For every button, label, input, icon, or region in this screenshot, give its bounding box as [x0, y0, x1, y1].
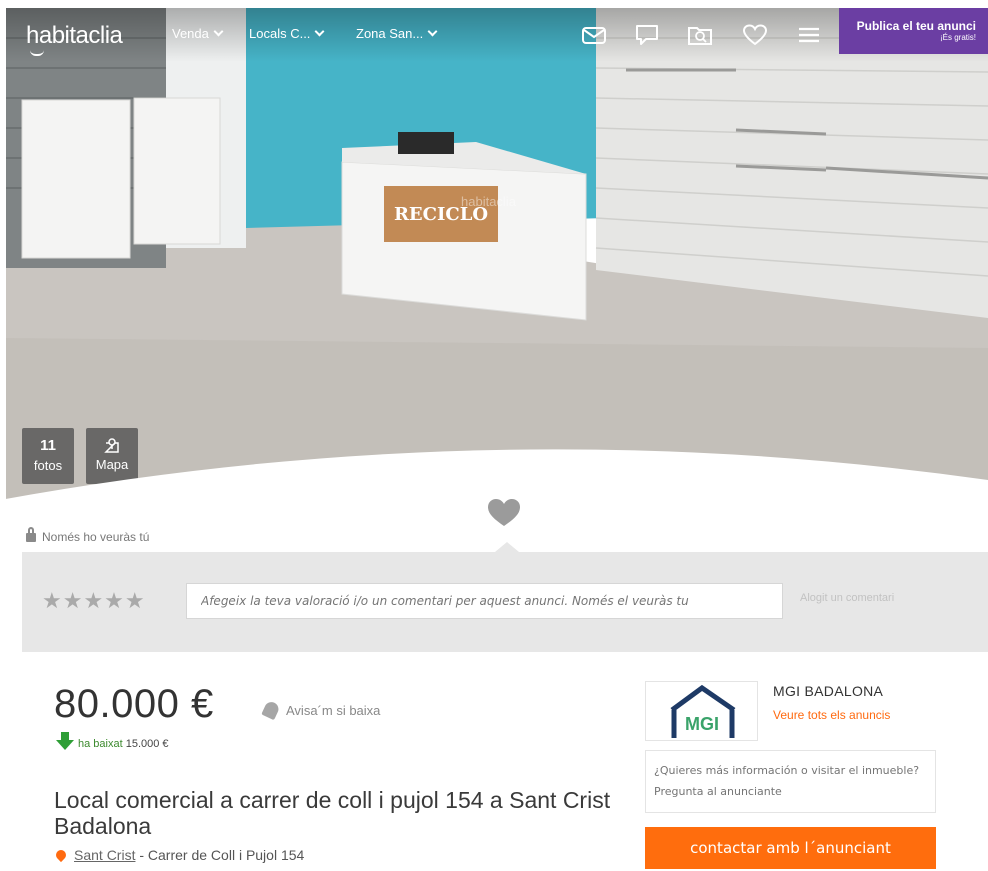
bell-icon: [261, 699, 281, 721]
price-drop-info: ha baixat 15.000 €: [56, 732, 169, 750]
photo-watermark: habitaclia: [461, 194, 516, 209]
lock-icon: [26, 527, 36, 542]
contact-advertiser-button[interactable]: contactar amb l´anunciant: [645, 827, 936, 869]
chat-icon[interactable]: [633, 22, 661, 48]
heart-icon[interactable]: [741, 22, 769, 48]
save-comment-button[interactable]: Alogit un comentari: [800, 592, 894, 604]
nav-operation-dropdown[interactable]: Venda: [172, 26, 224, 41]
top-navigation: habitaclia Venda Locals C... Zona San...…: [6, 8, 988, 62]
mail-icon[interactable]: [580, 22, 608, 48]
all-ads-link[interactable]: Veure tots els anuncis: [773, 708, 890, 722]
habitaclia-logo[interactable]: habitaclia: [26, 22, 123, 56]
heart-icon: [488, 499, 520, 526]
nav-zone-dropdown[interactable]: Zona San...: [356, 26, 438, 41]
chevron-down-icon: [427, 26, 438, 37]
chevron-down-icon: [314, 26, 325, 37]
nav-property-type-dropdown[interactable]: Locals C...: [249, 26, 325, 41]
comment-input[interactable]: [186, 583, 783, 619]
rating-stars[interactable]: ★★★★★: [42, 588, 146, 614]
zone-link[interactable]: Sant Crist: [74, 847, 135, 863]
private-notes-panel: ★★★★★ Alogit un comentari: [22, 542, 988, 652]
listing-title: Local comercial a carrer de coll i pujol…: [54, 787, 611, 839]
listing-location: Sant Crist - Carrer de Coll i Pujol 154: [53, 847, 304, 863]
publish-ad-button[interactable]: Publica el teu anunci ¡És gratis!: [839, 8, 988, 54]
chevron-down-icon: [213, 26, 224, 37]
listing-page: RECICLO habitaclia habitaclia Venda Loca…: [0, 0, 988, 871]
listing-price: 80.000 €: [54, 682, 214, 726]
price-alert-button[interactable]: Avisa´m si baixa: [261, 699, 380, 721]
arrow-down-icon: [56, 732, 74, 750]
contact-message-input[interactable]: [645, 750, 936, 813]
saved-search-icon[interactable]: [686, 22, 714, 48]
location-pin-icon: [53, 847, 69, 863]
agency-logo-image: MGI: [670, 684, 736, 738]
menu-icon[interactable]: [795, 22, 823, 48]
private-note-label: Només ho veuràs tú: [26, 527, 149, 544]
agency-name: MGI BADALONA: [773, 683, 884, 699]
favourite-button[interactable]: [466, 474, 542, 550]
agency-logo[interactable]: MGI: [645, 681, 758, 741]
svg-text:MGI: MGI: [685, 714, 719, 734]
